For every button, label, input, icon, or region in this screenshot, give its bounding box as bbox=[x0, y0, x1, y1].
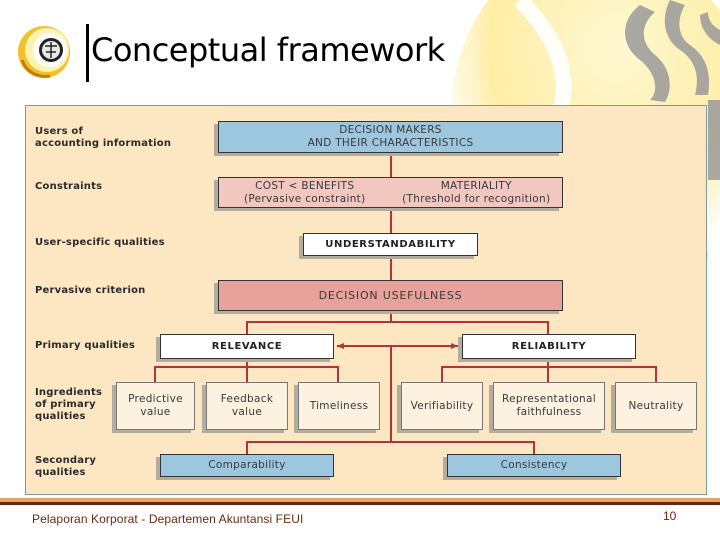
box-representational-faithfulness-label: Representational faithfulness bbox=[502, 393, 596, 418]
box-feedback-value: Feedback value bbox=[206, 382, 288, 430]
box-representational-faithfulness: Representational faithfulness bbox=[493, 382, 605, 430]
box-relevance: RELEVANCE bbox=[160, 334, 334, 359]
row-label-users: Users of accounting information bbox=[35, 126, 172, 149]
box-consistency-label: Consistency bbox=[500, 459, 568, 471]
box-reliability-label: RELIABILITY bbox=[511, 341, 587, 352]
title-accent-bar bbox=[86, 24, 89, 82]
box-understandability-label: UNDERSTANDABILITY bbox=[325, 239, 456, 250]
box-decision-usefulness: DECISION USEFULNESS bbox=[218, 280, 563, 311]
box-cost-benefits-label: COST < BENEFITS (Pervasive constraint) bbox=[244, 179, 366, 205]
box-predictive-value: Predictive value bbox=[116, 382, 195, 430]
box-constraints: COST < BENEFITS (Pervasive constraint) M… bbox=[218, 177, 563, 208]
box-consistency: Consistency bbox=[447, 454, 621, 477]
row-label-user-specific: User-specific qualities bbox=[35, 237, 165, 248]
box-timeliness: Timeliness bbox=[298, 382, 380, 430]
university-logo bbox=[18, 26, 70, 78]
box-reliability: RELIABILITY bbox=[462, 334, 636, 359]
row-label-primary: Primary qualities bbox=[35, 340, 136, 351]
box-neutrality-label: Neutrality bbox=[628, 399, 684, 412]
row-label-pervasive: Pervasive criterion bbox=[35, 285, 146, 296]
box-verifiability-label: Verifiability bbox=[410, 399, 474, 412]
box-relevance-label: RELEVANCE bbox=[211, 341, 283, 352]
row-label-ingredients: Ingredients of primary qualities bbox=[35, 387, 103, 422]
box-neutrality: Neutrality bbox=[615, 382, 697, 430]
box-verifiability: Verifiability bbox=[401, 382, 483, 430]
box-comparability-label: Comparability bbox=[208, 459, 286, 471]
box-predictive-value-label: Predictive value bbox=[128, 393, 183, 418]
box-decision-makers: DECISION MAKERS AND THEIR CHARACTERISTIC… bbox=[218, 121, 563, 153]
box-comparability: Comparability bbox=[160, 454, 334, 477]
box-understandability: UNDERSTANDABILITY bbox=[303, 233, 478, 256]
row-label-secondary: Secondary qualities bbox=[35, 455, 97, 478]
footer-text: Pelaporan Korporat - Departemen Akuntans… bbox=[32, 512, 304, 526]
box-timeliness-label: Timeliness bbox=[309, 399, 369, 412]
row-label-constraints: Constraints bbox=[35, 181, 103, 192]
page-title: Conceptual framework bbox=[91, 31, 445, 69]
footer-divider-dark bbox=[0, 502, 720, 505]
box-decision-makers-label: DECISION MAKERS AND THEIR CHARACTERISTIC… bbox=[307, 124, 474, 149]
box-feedback-value-label: Feedback value bbox=[220, 393, 274, 418]
page-number: 10 bbox=[663, 509, 677, 523]
box-decision-usefulness-label: DECISION USEFULNESS bbox=[318, 289, 463, 302]
box-materiality-label: MATERIALITY (Threshold for recognition) bbox=[402, 179, 551, 205]
